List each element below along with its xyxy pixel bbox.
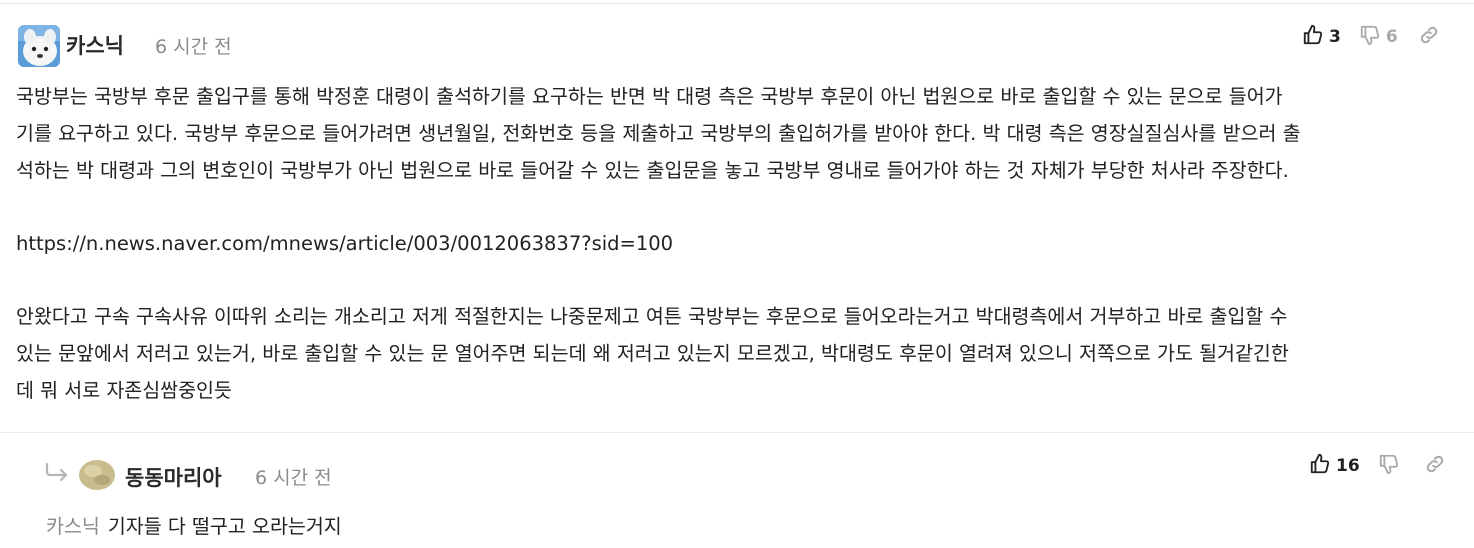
reply-text: 기자들 다 떨구고 오라는거지 <box>107 515 342 538</box>
reply-mention[interactable]: 카스닉 <box>46 515 100 538</box>
thumbs-up-icon <box>1309 453 1331 479</box>
reply-arrow-icon <box>44 462 70 486</box>
link-icon <box>1424 453 1446 479</box>
reply-body: 카스닉 기자들 다 떨구고 오라는거지 <box>46 510 342 539</box>
thumbs-down-icon <box>1378 453 1400 479</box>
avatar[interactable] <box>18 25 60 67</box>
comment-line: 국방부는 국방부 후문 출입구를 통해 박정훈 대령이 출석하기를 요구하는 반… <box>16 85 1283 108</box>
comment-line: 안왔다고 구속 구속사유 이따위 소리는 개소리고 저게 적절한지는 나중문제고… <box>16 305 1288 328</box>
like-button[interactable]: 3 <box>1302 24 1341 50</box>
thumbs-down-icon <box>1359 24 1381 50</box>
like-button[interactable]: 16 <box>1309 453 1360 479</box>
like-count: 3 <box>1329 27 1341 47</box>
comment: 카스닉 6 시간 전 3 6 국방부는 국방부 후문 출입구를 통해 박정훈 대… <box>0 0 1474 432</box>
link-icon <box>1418 24 1440 50</box>
comment-link[interactable]: https://n.news.naver.com/mnews/article/0… <box>16 225 1456 262</box>
comment-time: 6 시간 전 <box>155 36 232 58</box>
comment-line: 있는 문앞에서 저러고 있는거, 바로 출입할 수 있는 문 열어주면 되는데 … <box>16 342 1289 365</box>
dislike-button[interactable]: 6 <box>1359 24 1398 50</box>
comment-body: 국방부는 국방부 후문 출입구를 통해 박정훈 대령이 출석하기를 요구하는 반… <box>16 78 1456 409</box>
share-link-button[interactable] <box>1424 453 1446 479</box>
comment-line: 데 뭐 서로 자존심쌈중인듯 <box>16 379 232 402</box>
reply-time: 6 시간 전 <box>255 467 332 489</box>
comment-divider <box>0 432 1474 433</box>
comment-line: 기를 요구하고 있다. 국방부 후문으로 들어가려면 생년월일, 전화번호 등을… <box>16 122 1301 145</box>
like-count: 16 <box>1336 456 1360 476</box>
share-link-button[interactable] <box>1418 24 1440 50</box>
avatar[interactable] <box>78 455 116 493</box>
dislike-count: 6 <box>1385 27 1398 47</box>
dislike-button[interactable] <box>1378 453 1400 479</box>
comment-author[interactable]: 카스닉 <box>66 30 124 60</box>
reply-actions: 16 <box>1309 453 1446 479</box>
reply-author[interactable]: 동동마리아 <box>125 462 222 492</box>
comment-line: 석하는 박 대령과 그의 변호인이 국방부가 아닌 법원으로 바로 들어갈 수 … <box>16 159 1289 182</box>
thumbs-up-icon <box>1302 24 1324 50</box>
comment-actions: 3 6 <box>1302 24 1440 50</box>
